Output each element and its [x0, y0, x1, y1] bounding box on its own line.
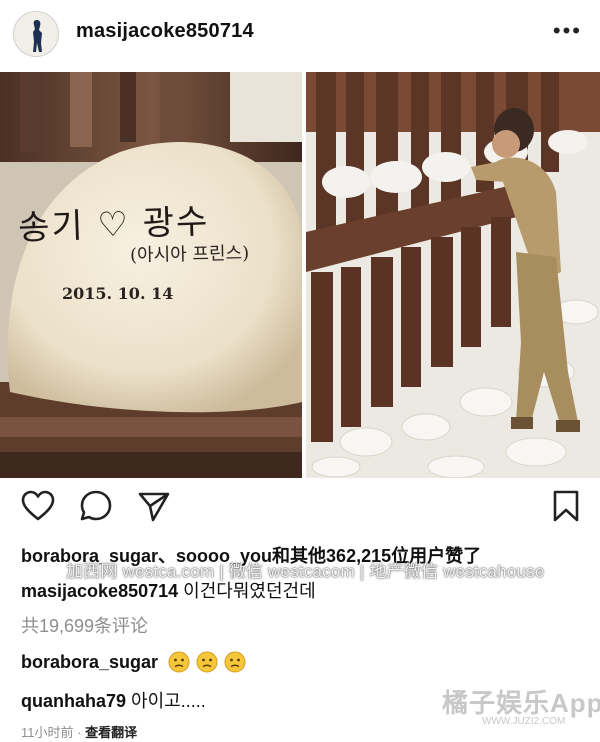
- post-header: masijacoke850714 •••: [0, 0, 600, 68]
- heart-outline-icon[interactable]: [18, 486, 58, 526]
- avatar[interactable]: [13, 11, 59, 57]
- confused-face-emoji: [196, 651, 218, 673]
- post-image[interactable]: 송기 ♡ 광수 (아시아 프린스) 2015. 10. 14: [0, 72, 600, 478]
- photo-stone: 송기 ♡ 광수 (아시아 프린스) 2015. 10. 14: [0, 72, 302, 478]
- comment-username[interactable]: borabora_sugar: [21, 652, 158, 673]
- meta-separator: ·: [77, 725, 82, 740]
- comment-item: borabora_sugar: [21, 651, 246, 673]
- photo-soldier: [306, 72, 600, 478]
- paper-plane-icon[interactable]: [134, 486, 174, 526]
- confused-face-emoji: [224, 651, 246, 673]
- comment-username[interactable]: quanhaha79: [21, 691, 126, 711]
- avatar-silhouette-icon: [14, 12, 58, 56]
- timestamp: 11小时前: [21, 725, 74, 740]
- watermark-url: WWW.JUZI2.COM: [482, 716, 566, 727]
- stone-text-date: 2015. 10. 14: [62, 284, 174, 303]
- post-username[interactable]: masijacoke850714: [76, 20, 254, 43]
- stone-text-line2: (아시아 프린스): [129, 242, 250, 267]
- comment-bubble-icon[interactable]: [76, 486, 116, 526]
- action-bar: [0, 486, 600, 532]
- comment-text: 아이고.....: [131, 691, 206, 711]
- bookmark-icon[interactable]: [546, 486, 586, 526]
- comment-item: quanhaha79 아이고.....: [21, 687, 206, 713]
- caption: masijacoke850714 이건다뭐였던건데: [21, 577, 316, 603]
- view-all-comments-link[interactable]: 共19,699条评论: [21, 612, 148, 638]
- post-meta: 11小时前 · 查看翻译: [21, 722, 137, 741]
- watermark-logo: 橘子娱乐App: [442, 688, 600, 718]
- caption-username[interactable]: masijacoke850714: [21, 581, 178, 601]
- confused-face-emoji: [168, 651, 190, 673]
- more-options-icon[interactable]: •••: [553, 20, 582, 42]
- translate-link[interactable]: 查看翻译: [85, 725, 137, 740]
- caption-text: 이건다뭐였던건데: [183, 581, 316, 601]
